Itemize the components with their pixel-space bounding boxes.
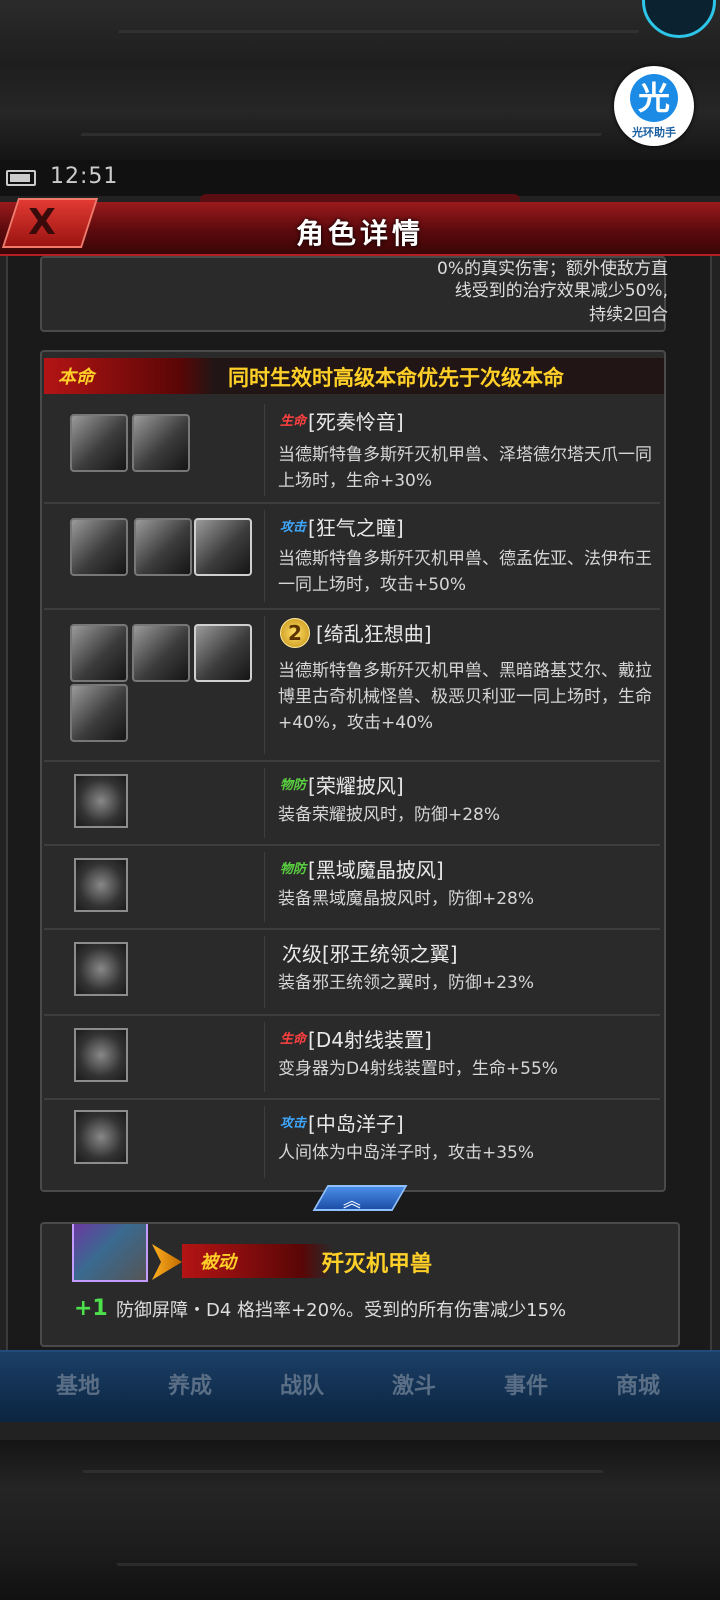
bond-name: 攻击 [狂气之瞳] [280,512,404,541]
character-portrait [134,518,192,576]
life-badge-icon: 生命 [280,414,307,429]
passive-tag-label: 被动 [200,1252,236,1273]
bond-desc: 装备黑域魔晶披风时，防御+28% [278,889,535,909]
defense-badge-icon: 物防 [280,862,307,877]
benming-note: 同时生效时高级本命优先于次级本命 [228,366,564,390]
benming-row[interactable]: 生命 [D4射线装置] 变身器为D4射线装置时，生命+55% [44,1016,660,1100]
bond-name-text: [死奏怜音] [308,410,404,434]
bond-desc: 当德斯特鲁多斯歼灭机甲兽、泽塔德尔塔天爪一同上场时，生命+30% [278,445,652,491]
level-2-coin-icon: 2 [280,618,310,648]
skill-text-line: 线受到的治疗效果减少50%, [454,281,668,301]
status-bar: 12:51 [0,160,720,196]
monster-portrait [194,624,252,682]
close-icon: X [28,202,56,243]
monster-portrait [70,518,128,576]
passive-monster-icon [72,1224,148,1282]
row-divider [264,510,265,602]
bond-name-text: [中岛洋子] [308,1112,404,1136]
title-bar: 角色详情 [0,202,720,256]
nav-item-shop[interactable]: 商城 [584,1368,692,1400]
transformer-icon [74,1028,128,1082]
collapse-button[interactable]: ︽ [312,1185,408,1212]
monster-portrait [194,518,252,576]
benming-tag: 本命 [44,358,214,394]
passive-desc: 防御屏障・D4 格挡率+20%。受到的所有伤害减少15% [116,1300,567,1321]
benming-header: 本命 同时生效时高级本命优先于次级本命 [44,358,664,394]
benming-row[interactable]: 攻击 [狂气之瞳] 当德斯特鲁多斯歼灭机甲兽、德孟佐亚、法伊布王一同上场时，攻击+… [44,504,660,610]
arrow-right-icon [152,1244,182,1280]
cape-icon [74,858,128,912]
nav-item-events[interactable]: 事件 [472,1368,580,1400]
nav-item-develop[interactable]: 养成 [136,1368,244,1400]
bond-name: 物防 [黑域魔晶披风] [280,854,444,883]
bond-name-text: [黑域魔晶披风] [308,858,444,882]
nav-item-team[interactable]: 战队 [248,1368,356,1400]
bottom-navbar: 基地 养成 战队 激斗 事件 商城 [0,1350,720,1422]
benming-row[interactable]: 次级[邪王统领之翼] 装备邪王统领之翼时，防御+23% [44,930,660,1016]
monster-portrait [70,414,128,472]
attack-badge-icon: 攻击 [280,1116,307,1131]
bond-name-text: [绮乱狂想曲] [316,622,432,646]
bond-desc: 人间体为中岛洋子时，攻击+35% [278,1143,535,1163]
helper-button[interactable]: 光 光环助手 [614,66,694,146]
battery-icon [6,170,36,186]
device-frame-top: 光 光环助手 [0,0,720,160]
close-button[interactable]: X [1,198,99,248]
bond-name: 攻击 [中岛洋子] [280,1108,404,1137]
cape-icon [74,774,128,828]
character-portrait [132,624,190,682]
benming-row[interactable]: 物防 [荣耀披风] 装备荣耀披风时，防御+28% [44,762,660,846]
human-host-icon [74,1110,128,1164]
bond-desc: 装备荣耀披风时，防御+28% [278,805,501,825]
bond-desc: 当德斯特鲁多斯歼灭机甲兽、黑暗路基艾尔、戴拉博里古奇机械怪兽、极恶贝利亚一同上场… [278,661,652,733]
bond-name-text: [狂气之瞳] [308,516,404,540]
row-divider [264,768,265,838]
bond-desc: 当德斯特鲁多斯歼灭机甲兽、德孟佐亚、法伊布王一同上场时，攻击+50% [278,549,652,595]
row-divider [264,852,265,922]
bond-name: 物防 [荣耀披风] [280,770,404,799]
row-divider [264,936,265,1008]
wing-icon [74,942,128,996]
passive-name: 歼灭机甲兽 [322,1252,433,1277]
row-divider [264,616,265,754]
bond-name: 生命 [D4射线装置] [280,1024,432,1053]
defense-badge-icon: 物防 [280,778,307,793]
benming-row[interactable]: 生命 [死奏怜音] 当德斯特鲁多斯歼灭机甲兽、泽塔德尔塔天爪一同上场时，生命+30… [44,398,660,504]
helper-label: 光环助手 [632,126,676,139]
row-divider [264,1106,265,1178]
passive-tag: 被动 [182,1244,332,1278]
row-divider [264,1022,265,1092]
ultraman-portrait [132,414,190,472]
passive-level: +1 [74,1296,108,1321]
bond-name: 2 [绮乱狂想曲] [280,618,432,648]
skill-text-box: 0%的真实伤害；额外使敌方直 线受到的治疗效果减少50%, 持续2回合 [40,256,668,332]
bond-name: 次级[邪王统领之翼] [280,938,458,967]
page-title: 角色详情 [295,217,424,250]
row-divider [264,404,265,496]
attack-badge-icon: 攻击 [280,520,307,535]
helper-icon: 光 [630,74,678,122]
device-frame-bottom [0,1440,720,1600]
bond-name-text: [荣耀披风] [308,774,404,798]
game-screen: 12:51 角色详情 X 0%的真实伤害；额外使敌方直 线受到的治疗效果减少50… [0,160,720,1440]
character-portrait [70,684,128,742]
benming-row[interactable]: 物防 [黑域魔晶披风] 装备黑域魔晶披风时，防御+28% [44,846,660,930]
bond-name: 生命 [死奏怜音] [280,406,404,435]
benming-tag-label: 本命 [58,367,94,388]
status-time: 12:51 [50,164,119,189]
bond-name-text: 次级[邪王统领之翼] [282,942,458,966]
passive-section: 被动 歼灭机甲兽 +1 防御屏障・D4 格挡率+20%。受到的所有伤害减少15% [40,1222,680,1347]
nav-item-battle[interactable]: 激斗 [360,1368,468,1400]
corner-logo-icon [642,0,716,38]
bond-name-text: [D4射线装置] [308,1028,432,1052]
skill-text-line: 持续2回合 [589,305,668,325]
life-badge-icon: 生命 [280,1032,307,1047]
chevron-up-icon: ︽ [342,1191,361,1212]
monster-portrait [70,624,128,682]
benming-row[interactable]: 攻击 [中岛洋子] 人间体为中岛洋子时，攻击+35% [44,1100,660,1184]
benming-row[interactable]: 2 [绮乱狂想曲] 当德斯特鲁多斯歼灭机甲兽、黑暗路基艾尔、戴拉博里古奇机械怪兽、… [44,610,660,762]
nav-item-base[interactable]: 基地 [24,1368,132,1400]
bond-desc: 变身器为D4射线装置时，生命+55% [278,1059,558,1079]
bond-desc: 装备邪王统领之翼时，防御+23% [278,973,535,993]
